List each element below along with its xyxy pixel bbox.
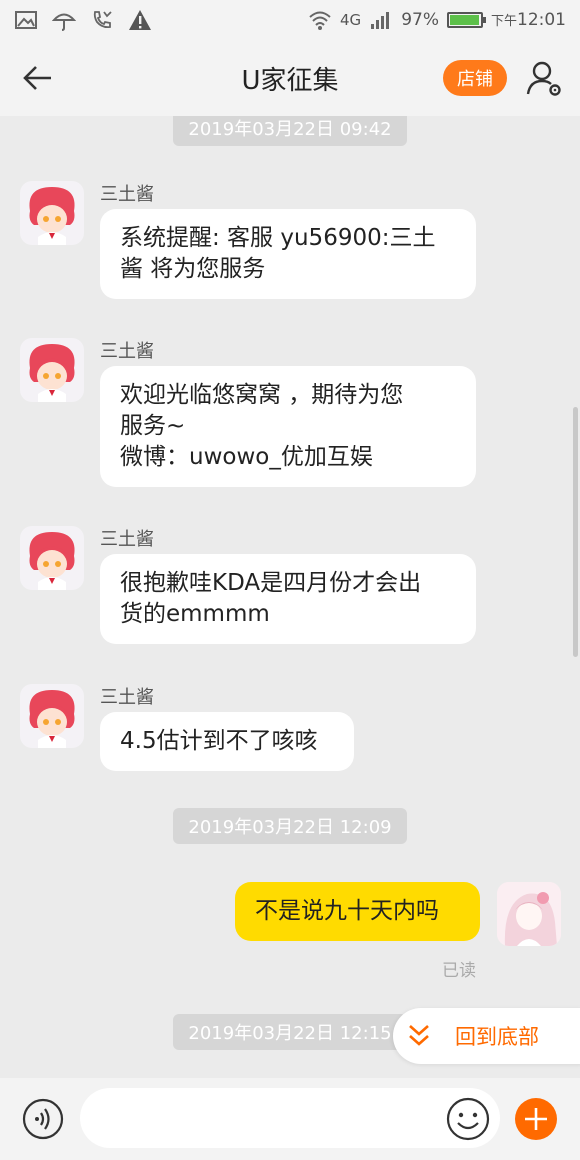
back-to-bottom-button[interactable]: 回到底部 [393, 1008, 580, 1064]
scrollbar[interactable] [573, 407, 578, 657]
chevron-down-icon [409, 1025, 429, 1046]
signal-icon [371, 12, 390, 29]
clock: 12:01 [517, 10, 566, 30]
shop-button[interactable]: 店铺 [443, 60, 507, 96]
message-list[interactable]: 2019年03月22日 09:42 三土酱 系统提醒: 客服 yu56900:三… [0, 116, 580, 1078]
read-receipt: 已读 [442, 961, 476, 981]
avatar[interactable] [20, 181, 84, 245]
sender-name: 三土酱 [100, 341, 154, 362]
avatar[interactable] [20, 684, 84, 748]
battery-icon [446, 12, 486, 28]
missed-call-icon [93, 11, 112, 29]
avatar[interactable] [20, 338, 84, 402]
back-arrow-icon[interactable] [20, 60, 56, 96]
time-prefix: 下午 [490, 14, 517, 29]
my-avatar[interactable] [497, 882, 561, 946]
sender-name: 三土酱 [100, 529, 154, 550]
avatar[interactable] [20, 526, 84, 590]
status-bar: 4G 97% 下午12:01 [0, 0, 580, 40]
message-bubble[interactable]: 系统提醒: 客服 yu56900:三土 酱 将为您服务 [100, 209, 476, 299]
message-text: 服务~ [120, 413, 186, 439]
back-to-bottom-label: 回到底部 [455, 1025, 539, 1049]
message-bubble[interactable]: 很抱歉哇KDA是四月份才会出 货的emmmm [100, 554, 476, 644]
input-bar [0, 1078, 580, 1160]
sender-name: 三土酱 [100, 687, 154, 708]
timestamp: 2019年03月22日 12:09 [173, 808, 407, 844]
add-button[interactable] [515, 1098, 557, 1140]
warning-icon [129, 10, 151, 30]
message-input[interactable] [80, 1088, 500, 1148]
emoji-icon[interactable] [446, 1097, 490, 1141]
voice-icon[interactable] [22, 1098, 64, 1140]
timestamp: 2019年03月22日 12:15 [173, 1014, 407, 1050]
gallery-icon [15, 11, 37, 29]
message-text: 货的emmmm [120, 601, 270, 627]
message-text: 系统提醒: 客服 yu56900:三土 [120, 225, 436, 251]
message-text: 很抱歉哇KDA是四月份才会出 [120, 570, 422, 596]
network-type: 4G [340, 11, 362, 29]
chat-header: U家征集 店铺 [0, 40, 580, 116]
plus-icon [525, 1108, 547, 1130]
message-text: 欢迎光临悠窝窝 ，期待为您 [120, 382, 404, 408]
umbrella-icon [52, 13, 76, 31]
message-text: 微博：uwowo_优加互娱 [120, 444, 373, 470]
wifi-icon [309, 11, 331, 30]
timestamp: 2019年03月22日 09:42 [173, 116, 407, 146]
battery-percent: 97% [401, 10, 439, 30]
message-text: 酱 将为您服务 [120, 256, 266, 282]
sender-name: 三土酱 [100, 184, 154, 205]
message-text: 不是说九十天内吗 [255, 898, 439, 924]
battery-level [449, 15, 480, 25]
message-bubble[interactable]: 4.5估计到不了咳咳 [100, 712, 354, 771]
my-message-bubble[interactable]: 不是说九十天内吗 [235, 882, 480, 941]
user-settings-icon[interactable] [524, 58, 564, 98]
message-text: 4.5估计到不了咳咳 [120, 728, 318, 754]
message-bubble[interactable]: 欢迎光临悠窝窝 ，期待为您 服务~ 微博：uwowo_优加互娱 [100, 366, 476, 487]
page-title: U家征集 [241, 65, 339, 96]
